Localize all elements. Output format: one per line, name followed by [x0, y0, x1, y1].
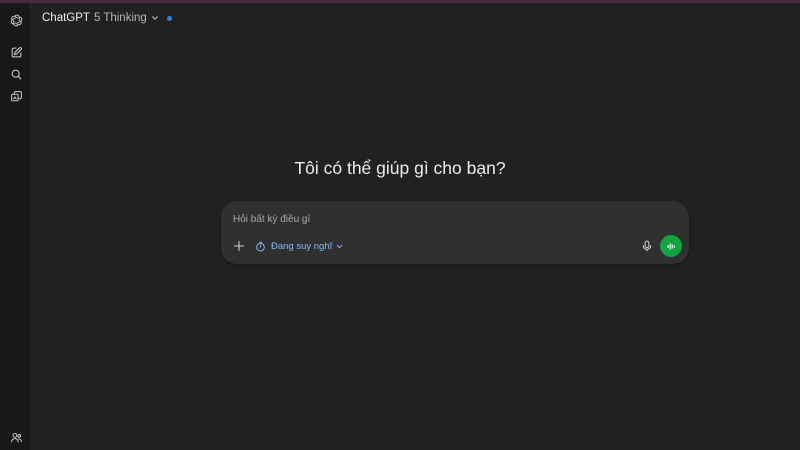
app-brand: ChatGPT [42, 12, 90, 24]
thinking-mode-label: Đang suy nghĩ [271, 240, 333, 252]
thinking-mode-button[interactable]: Đang suy nghĩ [252, 237, 346, 255]
plus-icon [233, 240, 245, 252]
library-icon [10, 90, 22, 101]
chevron-down-icon [337, 244, 343, 248]
prompt-input[interactable] [233, 210, 653, 228]
model-selector[interactable]: ChatGPT 5 Thinking [42, 9, 172, 27]
voice-waveform-icon [667, 242, 675, 250]
openai-logo-icon [10, 14, 22, 26]
new-chat-icon [11, 46, 22, 57]
voice-mode-button[interactable] [660, 235, 682, 257]
microphone-icon [642, 240, 652, 252]
profile-icon [10, 432, 22, 442]
new-chat-button[interactable] [6, 42, 26, 62]
composer: Đang suy nghĩ [221, 201, 689, 264]
model-label: 5 Thinking [93, 12, 147, 24]
sidebar [0, 3, 31, 450]
search-button[interactable] [6, 64, 26, 84]
timer-icon [256, 241, 265, 251]
status-dot [166, 15, 172, 21]
profile-button[interactable] [6, 427, 26, 447]
openai-logo-button[interactable] [6, 10, 26, 30]
library-button[interactable] [6, 86, 26, 106]
search-icon [11, 69, 21, 79]
add-attachment-button[interactable] [231, 238, 247, 254]
window-top-strip [0, 0, 800, 3]
chevron-down-icon [151, 16, 158, 20]
dictate-button[interactable] [639, 238, 655, 254]
page-title: Tôi có thể giúp gì cho bạn? [294, 158, 506, 178]
